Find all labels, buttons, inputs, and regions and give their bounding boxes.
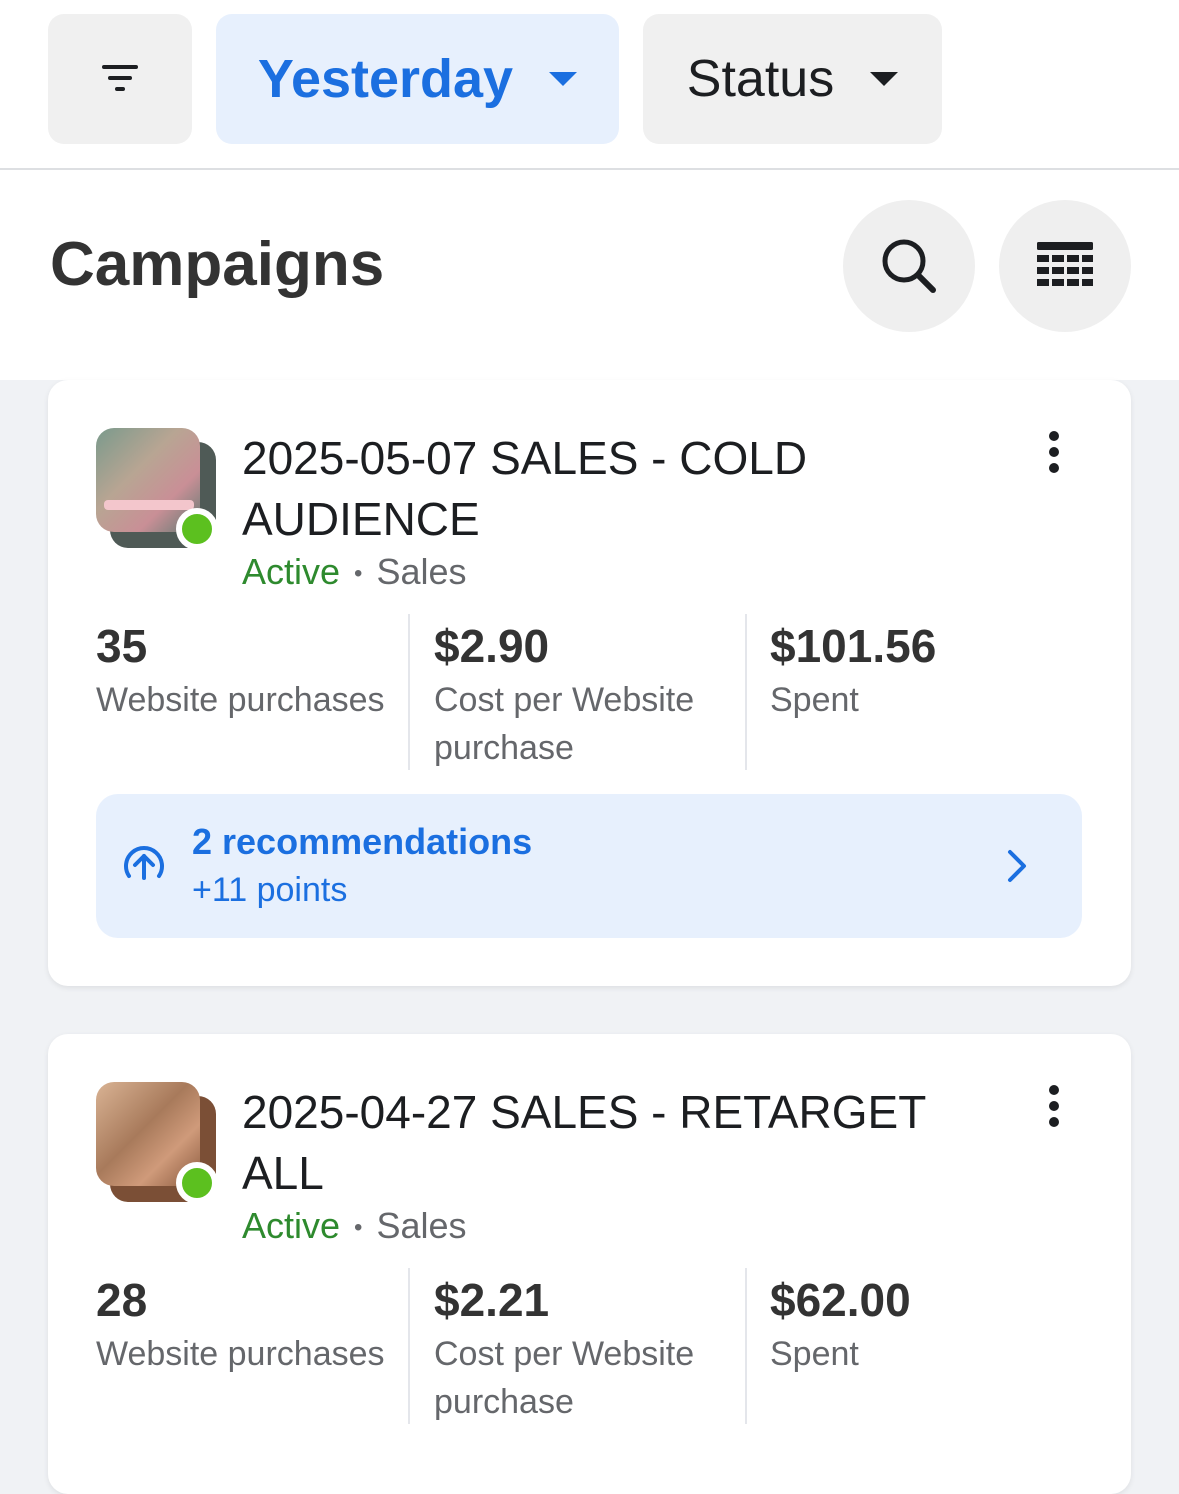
metric-value: $2.90 <box>434 620 550 672</box>
campaign-card[interactable]: 2025-04-27 SALES - RETARGET ALL Active • S… <box>48 1034 1131 1494</box>
campaign-thumbnail <box>96 428 218 550</box>
metric-website-purchases: 35 Website purchases <box>96 614 396 770</box>
campaign-thumbnail <box>96 1082 218 1204</box>
more-options-button[interactable] <box>1034 1076 1074 1136</box>
table-columns-icon <box>1037 242 1093 286</box>
metric-divider <box>745 1268 747 1424</box>
metric-website-purchases: 28 Website purchases <box>96 1268 396 1424</box>
status-label: Status <box>686 50 835 108</box>
more-options-button[interactable] <box>1034 422 1074 482</box>
metric-label: Cost per Website purchase <box>434 681 695 767</box>
metric-cost-per-purchase: $2.90 Cost per Website purchase <box>434 614 734 770</box>
more-vertical-icon <box>1049 431 1059 473</box>
search-icon <box>882 239 936 293</box>
date-range-dropdown[interactable]: Yesterday <box>216 14 619 144</box>
metric-spent: $101.56 Spent <box>770 614 1070 770</box>
meta-separator: • <box>354 560 363 588</box>
page-title: Campaigns <box>50 230 385 299</box>
campaign-name[interactable]: 2025-04-27 SALES - RETARGET ALL <box>242 1082 1002 1204</box>
metric-label: Website purchases <box>96 1335 385 1373</box>
metric-divider <box>408 614 410 770</box>
metric-value: 35 <box>96 620 148 672</box>
caret-down-icon <box>549 72 578 86</box>
metric-value: 28 <box>96 1274 148 1326</box>
recommendations-banner[interactable]: 2 recommendations +11 points <box>96 794 1082 938</box>
filter-button[interactable] <box>48 14 192 144</box>
active-status-dot <box>176 1162 218 1204</box>
metric-value: $62.00 <box>770 1274 911 1326</box>
search-button[interactable] <box>843 200 975 332</box>
campaigns-header: Campaigns <box>0 170 1179 380</box>
metric-value: $2.21 <box>434 1274 550 1326</box>
metric-value: $101.56 <box>770 620 937 672</box>
chevron-right-icon <box>1008 850 1026 882</box>
campaign-meta: Active • Sales <box>242 1206 467 1248</box>
status-dropdown[interactable]: Status <box>643 14 942 144</box>
filter-bar: Yesterday Status <box>0 0 1179 170</box>
date-range-label: Yesterday <box>257 49 514 109</box>
campaign-name[interactable]: 2025-05-07 SALES - COLD AUDIENCE <box>242 428 1002 550</box>
more-vertical-icon <box>1049 1085 1059 1127</box>
metric-divider <box>408 1268 410 1424</box>
metric-label: Cost per Website purchase <box>434 1335 695 1421</box>
recommendations-title: 2 recommendations <box>192 821 533 862</box>
campaign-objective: Sales <box>376 1205 467 1246</box>
metric-divider <box>745 614 747 770</box>
metric-label: Website purchases <box>96 681 385 719</box>
metrics-row: 35 Website purchases $2.90 Cost per Webs… <box>96 614 1096 770</box>
campaign-status: Active <box>242 551 341 592</box>
meta-separator: • <box>354 1214 363 1242</box>
metric-label: Spent <box>770 681 859 719</box>
campaign-status: Active <box>242 1205 341 1246</box>
metric-label: Spent <box>770 1335 859 1373</box>
active-status-dot <box>176 508 218 550</box>
campaign-card[interactable]: 2025-05-07 SALES - COLD AUDIENCE Active •… <box>48 380 1131 986</box>
arrow-up-circle-icon <box>124 846 164 880</box>
filter-lines-icon <box>102 65 138 91</box>
caret-down-icon <box>870 72 899 86</box>
metric-spent: $62.00 Spent <box>770 1268 1070 1424</box>
columns-button[interactable] <box>999 200 1131 332</box>
campaign-objective: Sales <box>376 551 467 592</box>
metrics-row: 28 Website purchases $2.21 Cost per Webs… <box>96 1268 1096 1424</box>
campaign-meta: Active • Sales <box>242 552 467 594</box>
recommendations-points: +11 points <box>192 871 348 909</box>
metric-cost-per-purchase: $2.21 Cost per Website purchase <box>434 1268 734 1424</box>
